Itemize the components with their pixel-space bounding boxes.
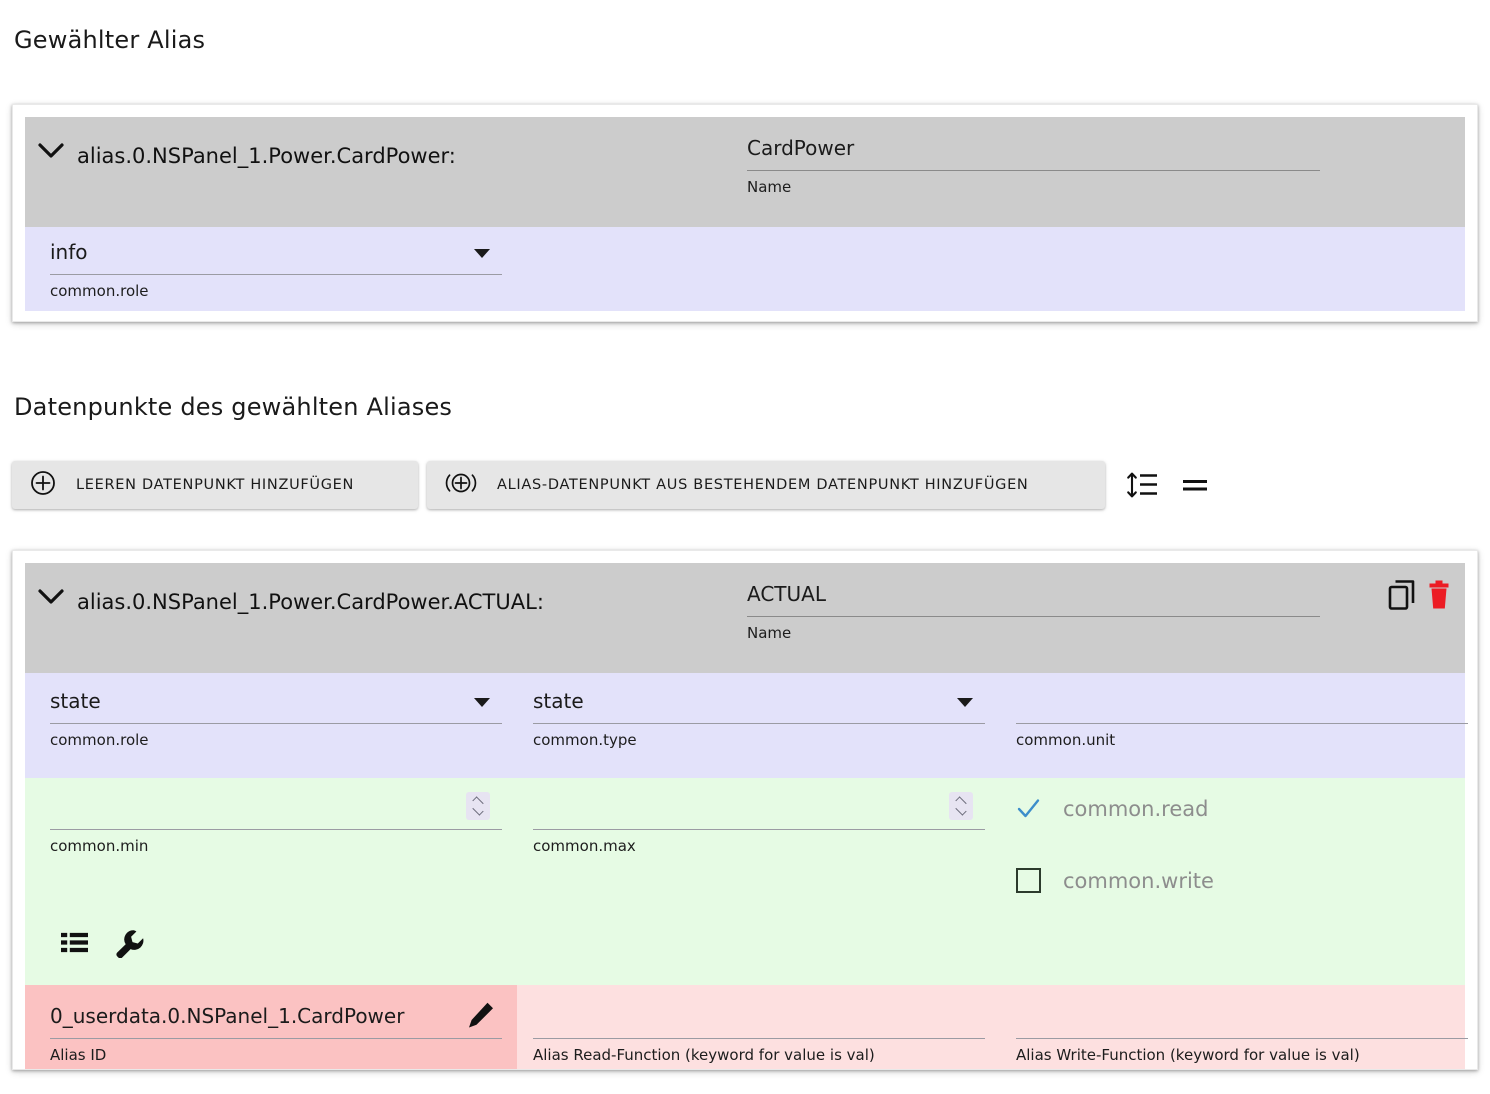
page-title-selected-alias: Gewählter Alias (14, 26, 206, 54)
alias-role-label: common.role (50, 282, 149, 300)
chevron-down-icon[interactable] (25, 567, 77, 627)
datapoint-role-label: common.role (50, 731, 149, 749)
datapoint-limits-band: common.min common.max common.read common… (25, 778, 1465, 985)
alias-write-function-value (1016, 1003, 1468, 1029)
equals-icon[interactable] (1169, 461, 1221, 509)
datapoint-max-field[interactable]: common.max (533, 792, 985, 855)
datapoint-role-field[interactable]: state common.role (50, 688, 502, 749)
alias-write-function-label: Alias Write-Function (keyword for value … (1016, 1046, 1360, 1064)
alias-card-role-band: info common.role (25, 227, 1465, 311)
datapoints-toolbar: LEEREN DATENPUNKT HINZUFÜGEN ALIAS-DATEN… (12, 461, 1221, 509)
datapoint-path-label: alias.0.NSPanel_1.Power.CardPower.ACTUAL… (77, 590, 544, 614)
alias-name-field[interactable]: CardPower Name (747, 117, 1465, 196)
plus-circle-icon (30, 470, 56, 500)
line-height-sort-icon[interactable] (1117, 461, 1169, 509)
datapoint-max-label: common.max (533, 837, 636, 855)
datapoint-type-label: common.type (533, 731, 637, 749)
datapoint-unit-field[interactable]: common.unit (1016, 688, 1468, 749)
alias-id-label: Alias ID (50, 1046, 107, 1064)
wrench-icon[interactable] (113, 928, 147, 958)
alias-name-label: Name (747, 178, 792, 196)
checkbox-empty-icon (1016, 868, 1041, 893)
alias-path-label: alias.0.NSPanel_1.Power.CardPower: (77, 144, 456, 168)
alias-name-value: CardPower (747, 136, 855, 160)
add-empty-datapoint-button[interactable]: LEEREN DATENPUNKT HINZUFÜGEN (12, 461, 418, 509)
datapoint-name-field[interactable]: ACTUAL Name (747, 563, 1465, 642)
common-write-checkbox[interactable]: common.write (1016, 868, 1214, 893)
datapoint-max-value (533, 794, 985, 820)
alias-role-value: info (50, 240, 88, 264)
datapoint-min-field[interactable]: common.min (50, 792, 502, 855)
selected-alias-card: alias.0.NSPanel_1.Power.CardPower: CardP… (12, 104, 1478, 322)
add-existing-datapoint-button[interactable]: ALIAS-DATENPUNKT AUS BESTEHENDEM DATENPU… (427, 461, 1105, 509)
add-existing-datapoint-label: ALIAS-DATENPUNKT AUS BESTEHENDEM DATENPU… (497, 477, 1029, 493)
datapoint-name-label: Name (747, 624, 792, 642)
check-icon (1016, 796, 1041, 821)
alias-id-value: 0_userdata.0.NSPanel_1.CardPower (50, 1004, 405, 1028)
plus-circle-broadcast-icon (445, 470, 477, 500)
datapoint-card: alias.0.NSPanel_1.Power.CardPower.ACTUAL… (12, 550, 1478, 1070)
chevron-down-icon[interactable] (25, 121, 77, 181)
alias-id-field[interactable]: 0_userdata.0.NSPanel_1.CardPower Alias I… (50, 1000, 502, 1064)
datapoint-name-value: ACTUAL (747, 582, 826, 606)
datapoint-role-value: state (50, 689, 101, 713)
alias-card-header: alias.0.NSPanel_1.Power.CardPower: CardP… (25, 117, 1465, 227)
page-title-datapoints: Datenpunkte des gewählten Aliases (14, 393, 453, 421)
dropdown-caret-icon[interactable] (474, 698, 490, 707)
alias-role-field[interactable]: info common.role (50, 239, 502, 300)
alias-write-function-field[interactable]: Alias Write-Function (keyword for value … (1016, 1003, 1468, 1064)
datapoint-min-value (50, 794, 502, 820)
datapoint-type-value: state (533, 689, 584, 713)
dropdown-caret-icon[interactable] (474, 249, 490, 258)
number-spinner-icon[interactable] (466, 792, 490, 820)
common-read-checkbox[interactable]: common.read (1016, 796, 1208, 821)
add-empty-datapoint-label: LEEREN DATENPUNKT HINZUFÜGEN (76, 477, 355, 493)
datapoint-unit-value (1016, 688, 1468, 714)
common-read-label: common.read (1063, 796, 1209, 821)
table-list-icon[interactable] (59, 929, 91, 957)
dropdown-caret-icon[interactable] (957, 698, 973, 707)
copy-icon[interactable] (1387, 579, 1417, 611)
datapoint-card-header: alias.0.NSPanel_1.Power.CardPower.ACTUAL… (25, 563, 1465, 673)
datapoint-header-actions (1387, 579, 1451, 611)
datapoint-tools (59, 928, 147, 958)
common-write-label: common.write (1063, 868, 1214, 893)
datapoint-alias-band: 0_userdata.0.NSPanel_1.CardPower Alias I… (25, 985, 1468, 1069)
alias-read-function-label: Alias Read-Function (keyword for value i… (533, 1046, 875, 1064)
datapoint-unit-label: common.unit (1016, 731, 1116, 749)
alias-read-function-value (533, 1003, 985, 1029)
alias-read-function-field[interactable]: Alias Read-Function (keyword for value i… (533, 1003, 985, 1064)
trash-icon[interactable] (1427, 579, 1451, 611)
datapoint-meta-band: state common.role state common.type comm… (25, 673, 1468, 778)
datapoint-type-field[interactable]: state common.type (533, 688, 985, 749)
datapoint-min-label: common.min (50, 837, 149, 855)
number-spinner-icon[interactable] (949, 792, 973, 820)
pencil-icon[interactable] (466, 1000, 496, 1034)
